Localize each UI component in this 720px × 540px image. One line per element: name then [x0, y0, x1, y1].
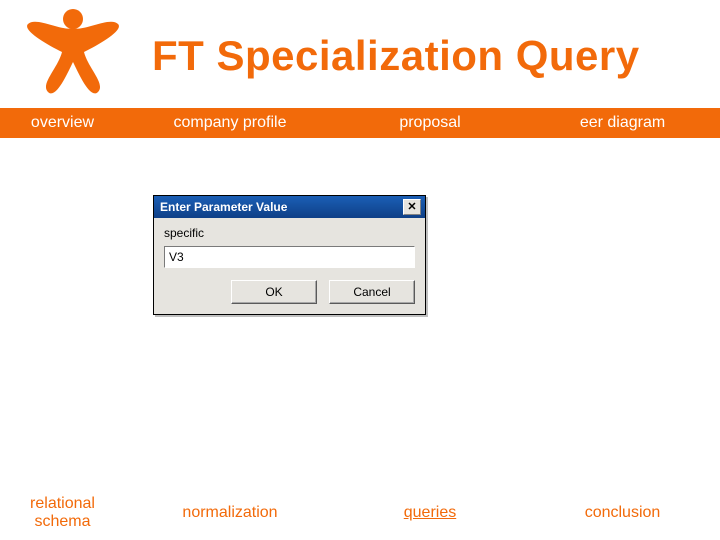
- brand-logo: [18, 6, 128, 98]
- nav-bottom: relational schema normalization queries …: [0, 498, 720, 528]
- cancel-button[interactable]: Cancel: [329, 280, 415, 304]
- dialog-actions: OK Cancel: [164, 280, 415, 304]
- dialog-titlebar[interactable]: Enter Parameter Value ✕: [154, 196, 425, 218]
- parameter-dialog: Enter Parameter Value ✕ specific V3 OK C…: [153, 195, 426, 315]
- parameter-prompt: specific: [164, 226, 415, 240]
- dialog-title: Enter Parameter Value: [160, 200, 403, 214]
- nav-proposal[interactable]: proposal: [335, 114, 525, 132]
- page-title: FT Specialization Query: [152, 32, 640, 80]
- nav-overview[interactable]: overview: [0, 114, 125, 132]
- nav-top: overview company profile proposal eer di…: [0, 108, 720, 138]
- nav-eer-diagram[interactable]: eer diagram: [525, 114, 720, 132]
- slide: FT Specialization Query overview company…: [0, 0, 720, 540]
- ok-button[interactable]: OK: [231, 280, 317, 304]
- nav-conclusion[interactable]: conclusion: [525, 504, 720, 522]
- nav-queries[interactable]: queries: [335, 504, 525, 522]
- nav-relational-schema[interactable]: relational schema: [0, 495, 125, 531]
- nav-normalization[interactable]: normalization: [125, 504, 335, 522]
- dialog-body: specific V3 OK Cancel: [154, 218, 425, 314]
- close-icon[interactable]: ✕: [403, 199, 421, 215]
- nav-company-profile[interactable]: company profile: [125, 114, 335, 132]
- parameter-input[interactable]: V3: [164, 246, 415, 268]
